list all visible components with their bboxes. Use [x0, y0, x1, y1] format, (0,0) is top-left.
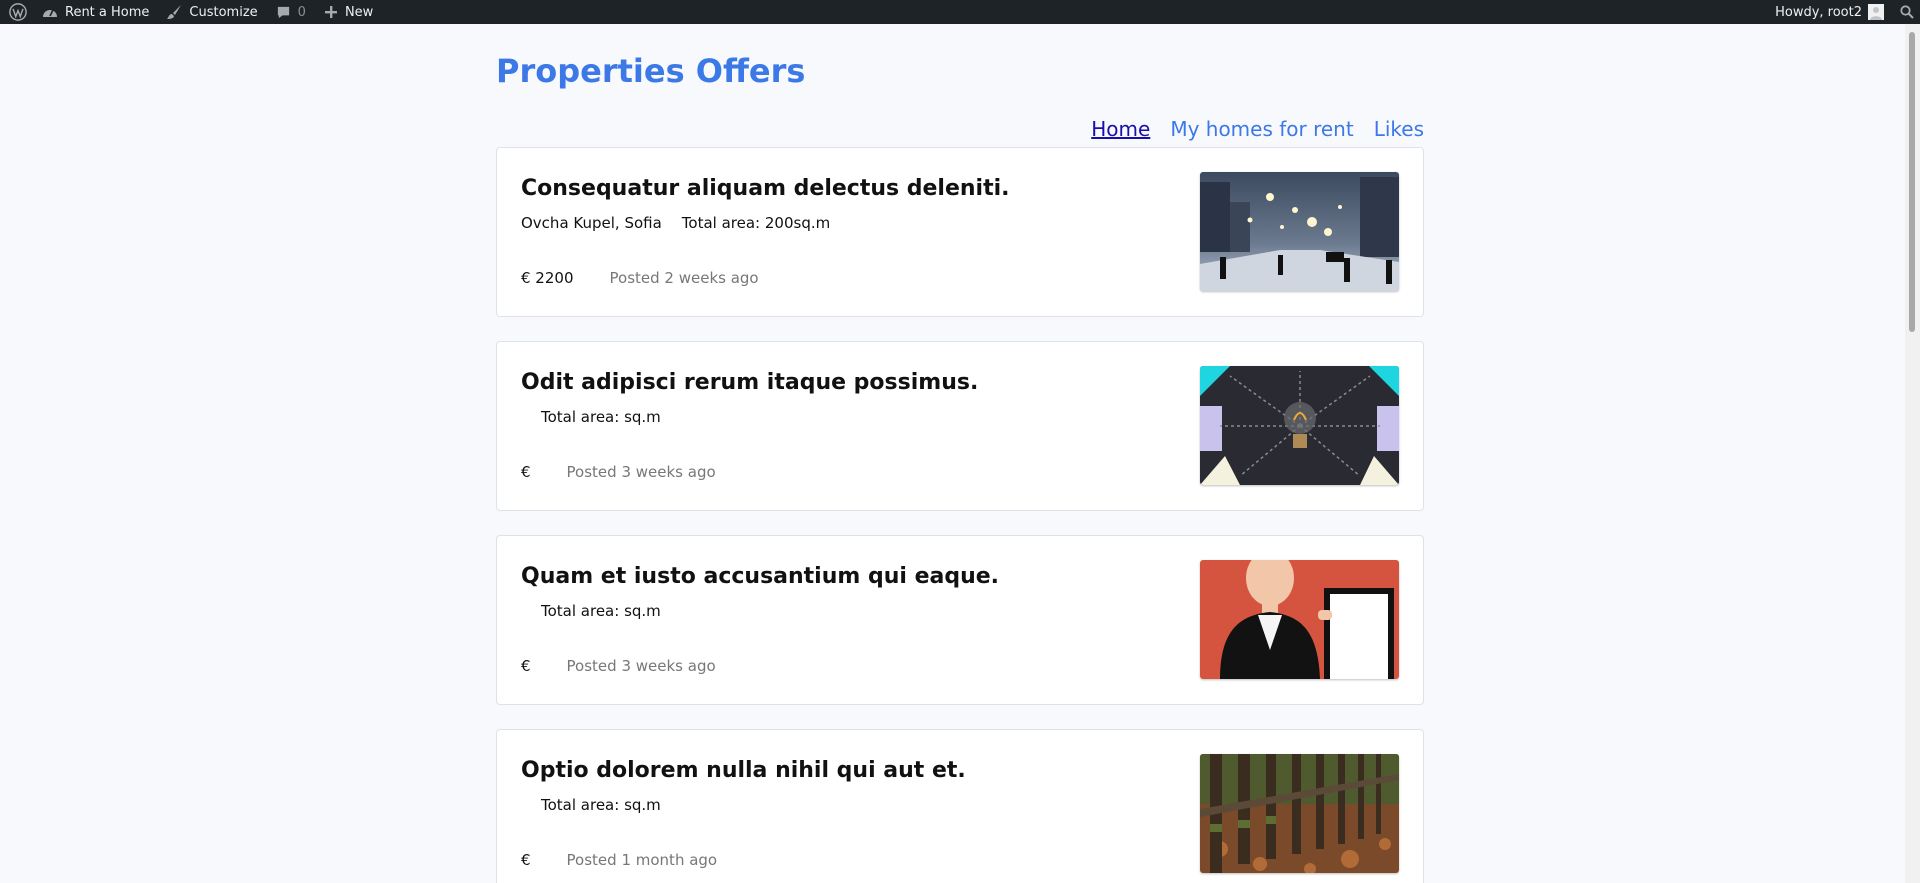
customize-label: Customize — [189, 4, 258, 20]
comment-icon — [276, 5, 291, 20]
listing-title[interactable]: Quam et iusto accusantium qui eaque. — [521, 564, 999, 589]
my-account-link[interactable]: Howdy, root2 — [1775, 0, 1894, 24]
listing-area: Total area: sq.m — [541, 408, 661, 426]
comments-count: 0 — [297, 4, 306, 20]
listing-price: € 2200 — [521, 269, 574, 287]
howdy-label: Howdy, root2 — [1775, 4, 1862, 20]
main-nav: Home My homes for rent Likes — [1091, 117, 1424, 141]
customize-link[interactable]: Customize — [166, 0, 258, 24]
nav-my-homes-link[interactable]: My homes for rent — [1170, 117, 1353, 141]
listing-card[interactable]: Odit adipisci rerum itaque possimus. Tot… — [496, 341, 1424, 511]
page-scrollbar[interactable] — [1905, 24, 1920, 883]
listing-meta: Total area: sq.m — [521, 408, 661, 426]
listing-area: Total area: sq.m — [541, 796, 661, 814]
listing-footer: € Posted 3 weeks ago — [521, 657, 716, 675]
wordpress-icon[interactable] — [0, 0, 36, 24]
search-icon[interactable] — [1894, 0, 1920, 24]
listing-posted-date: Posted 2 weeks ago — [609, 269, 759, 287]
listing-posted-date: Posted 1 month ago — [566, 851, 718, 869]
comments-link[interactable]: 0 — [276, 0, 306, 24]
listing-card[interactable]: Quam et iusto accusantium qui eaque. Tot… — [496, 535, 1424, 705]
listing-image-business-woman-board[interactable] — [1200, 560, 1399, 679]
scrollbar-thumb[interactable] — [1909, 32, 1915, 332]
listing-image-snowy-street[interactable] — [1200, 172, 1399, 291]
nav-home-link[interactable]: Home — [1091, 117, 1150, 141]
avatar-icon — [1868, 4, 1884, 20]
nav-likes-link[interactable]: Likes — [1374, 117, 1424, 141]
new-label: New — [344, 4, 374, 20]
listing-meta: Total area: sq.m — [521, 602, 661, 620]
listing-meta: Total area: sq.m — [521, 796, 661, 814]
site-name-label: Rent a Home — [65, 4, 150, 20]
page-title: Properties Offers — [496, 52, 806, 90]
listing-title[interactable]: Optio dolorem nulla nihil qui aut et. — [521, 758, 966, 783]
listing-area: Total area: sq.m — [541, 602, 661, 620]
dashboard-icon — [42, 5, 58, 19]
site-name-link[interactable]: Rent a Home — [42, 0, 149, 24]
listing-footer: € Posted 3 weeks ago — [521, 463, 716, 481]
listing-meta: Ovcha Kupel, Sofia Total area: 200sq.m — [521, 214, 830, 232]
listing-location: Ovcha Kupel, Sofia — [521, 214, 662, 232]
listing-card[interactable]: Consequatur aliquam delectus deleniti. O… — [496, 147, 1424, 317]
listing-card[interactable]: Optio dolorem nulla nihil qui aut et. To… — [496, 729, 1424, 883]
listing-footer: € 2200 Posted 2 weeks ago — [521, 269, 759, 287]
listing-posted-date: Posted 3 weeks ago — [566, 463, 716, 481]
listing-image-wooden-fence[interactable] — [1200, 754, 1399, 873]
listing-title[interactable]: Odit adipisci rerum itaque possimus. — [521, 370, 978, 395]
plus-icon — [324, 5, 338, 19]
listing-price: € — [521, 657, 531, 675]
listings-list: Consequatur aliquam delectus deleniti. O… — [496, 147, 1424, 883]
brush-icon — [166, 4, 182, 20]
listing-image-light-bulb[interactable] — [1200, 366, 1399, 485]
listing-price: € — [521, 851, 531, 869]
listing-area: Total area: 200sq.m — [681, 214, 831, 232]
listing-footer: € Posted 1 month ago — [521, 851, 717, 869]
admin-bar: Rent a Home Customize 0 New Howdy, root2 — [0, 0, 1920, 24]
listing-posted-date: Posted 3 weeks ago — [566, 657, 716, 675]
listing-title[interactable]: Consequatur aliquam delectus deleniti. — [521, 176, 1010, 201]
new-content-link[interactable]: New — [324, 0, 373, 24]
listing-price: € — [521, 463, 531, 481]
